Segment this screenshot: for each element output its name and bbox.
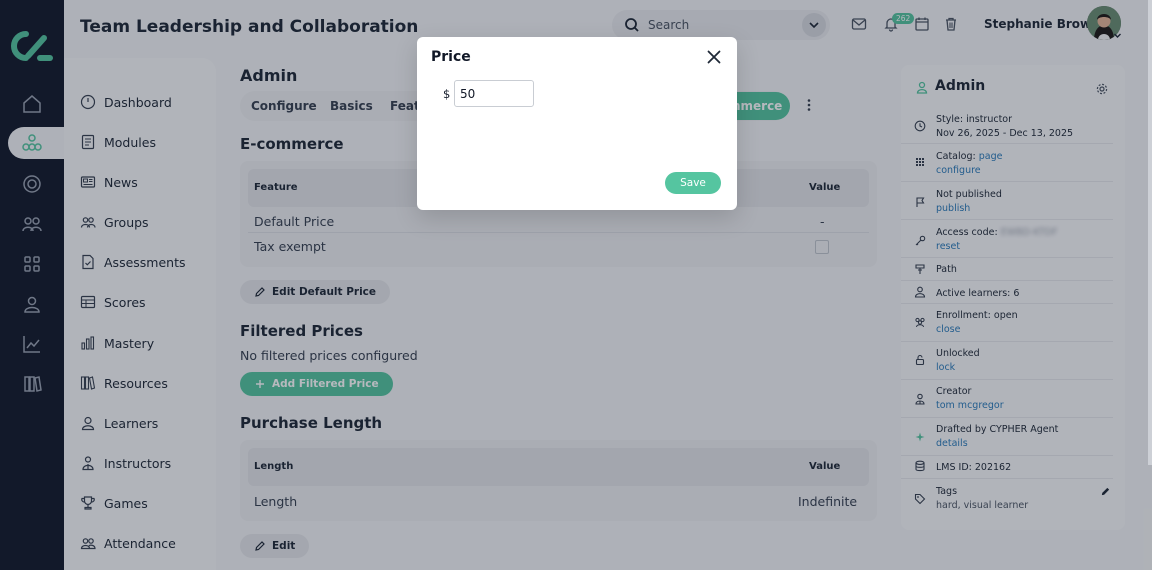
close-icon[interactable] [705, 48, 723, 66]
save-button[interactable]: Save [665, 172, 721, 194]
page-scrollbar[interactable] [1148, 0, 1152, 465]
currency-symbol: $ [443, 87, 451, 101]
dialog-title: Price [431, 49, 471, 65]
price-input[interactable] [454, 80, 534, 107]
price-dialog: Price $ Save [417, 37, 737, 210]
